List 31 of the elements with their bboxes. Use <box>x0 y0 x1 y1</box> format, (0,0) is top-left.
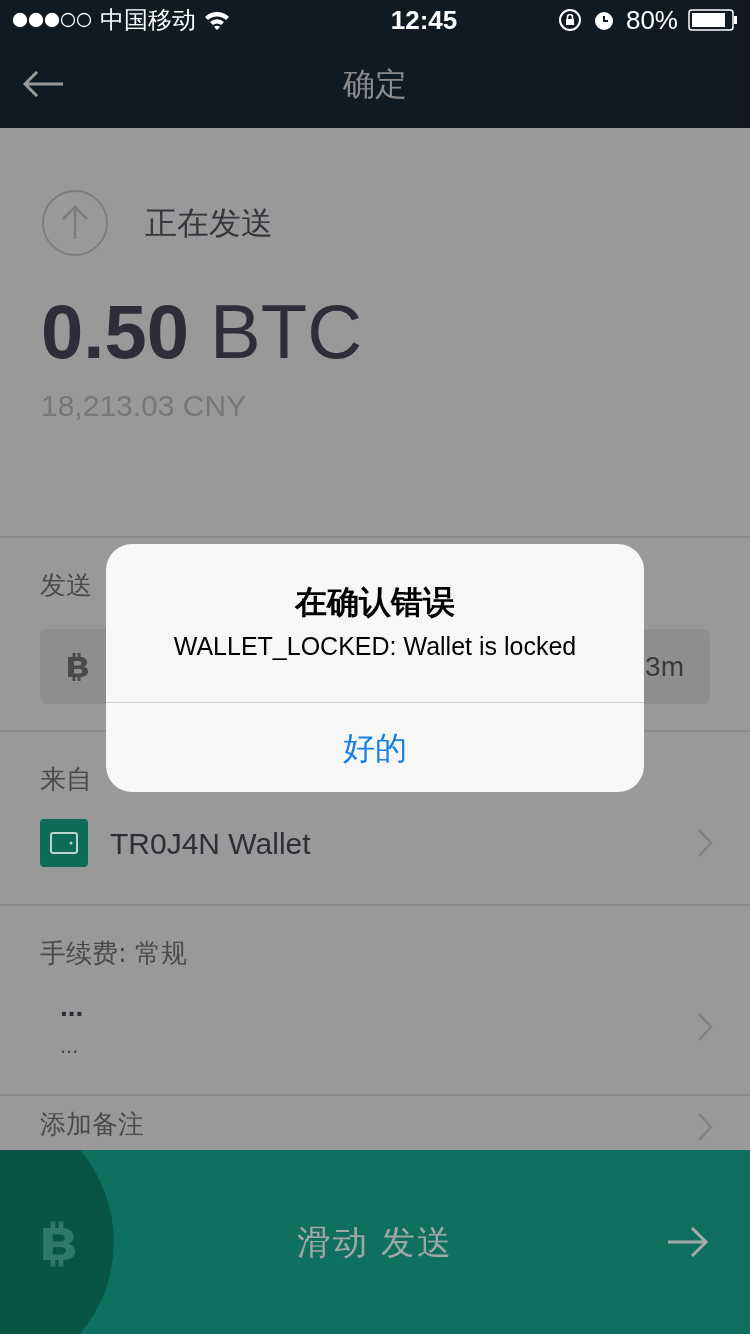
slide-label: 滑动 发送 <box>296 1220 454 1264</box>
amount-text: 0.50 BTC <box>41 288 364 376</box>
alert-message: WALLET_LOCKED: Wallet is locked <box>173 631 577 662</box>
battery-icon <box>688 9 738 31</box>
clock-time: 12:45 <box>390 3 458 37</box>
chevron-right-icon <box>696 828 714 858</box>
ok-button[interactable]: 好的 <box>106 703 644 792</box>
battery-percent: 80% <box>625 3 678 37</box>
signal-icon <box>12 12 92 28</box>
alert-title: 在确认错误 <box>295 582 455 622</box>
wallet-icon <box>40 819 88 867</box>
from-label: 来自 <box>40 763 93 796</box>
wallet-row[interactable]: TR0J4N Wallet <box>40 819 710 867</box>
address-text: 3m <box>645 649 684 684</box>
wallet-name: TR0J4N Wallet <box>110 825 311 862</box>
back-arrow-icon <box>23 71 65 97</box>
wifi-icon <box>204 10 230 30</box>
chevron-right-icon <box>696 1112 714 1142</box>
bitcoin-icon <box>66 651 90 682</box>
add-note-label: 添加备注 <box>40 1108 144 1140</box>
arrow-right-icon <box>666 1226 710 1258</box>
fee-label: 手续费: 常规 <box>40 937 189 970</box>
fee-detail: ... <box>60 1032 80 1060</box>
carrier-name: 中国移动 <box>100 5 196 36</box>
slide-to-send-bar[interactable]: 滑动 发送 <box>0 1150 750 1334</box>
send-to-label: 发送 <box>40 569 92 602</box>
rotation-lock-icon <box>557 8 582 32</box>
screen-title: 确定 <box>343 64 407 105</box>
chevron-right-icon <box>696 1011 714 1042</box>
sending-label: 正在发送 <box>145 203 273 244</box>
fee-value: ... <box>60 991 84 1023</box>
